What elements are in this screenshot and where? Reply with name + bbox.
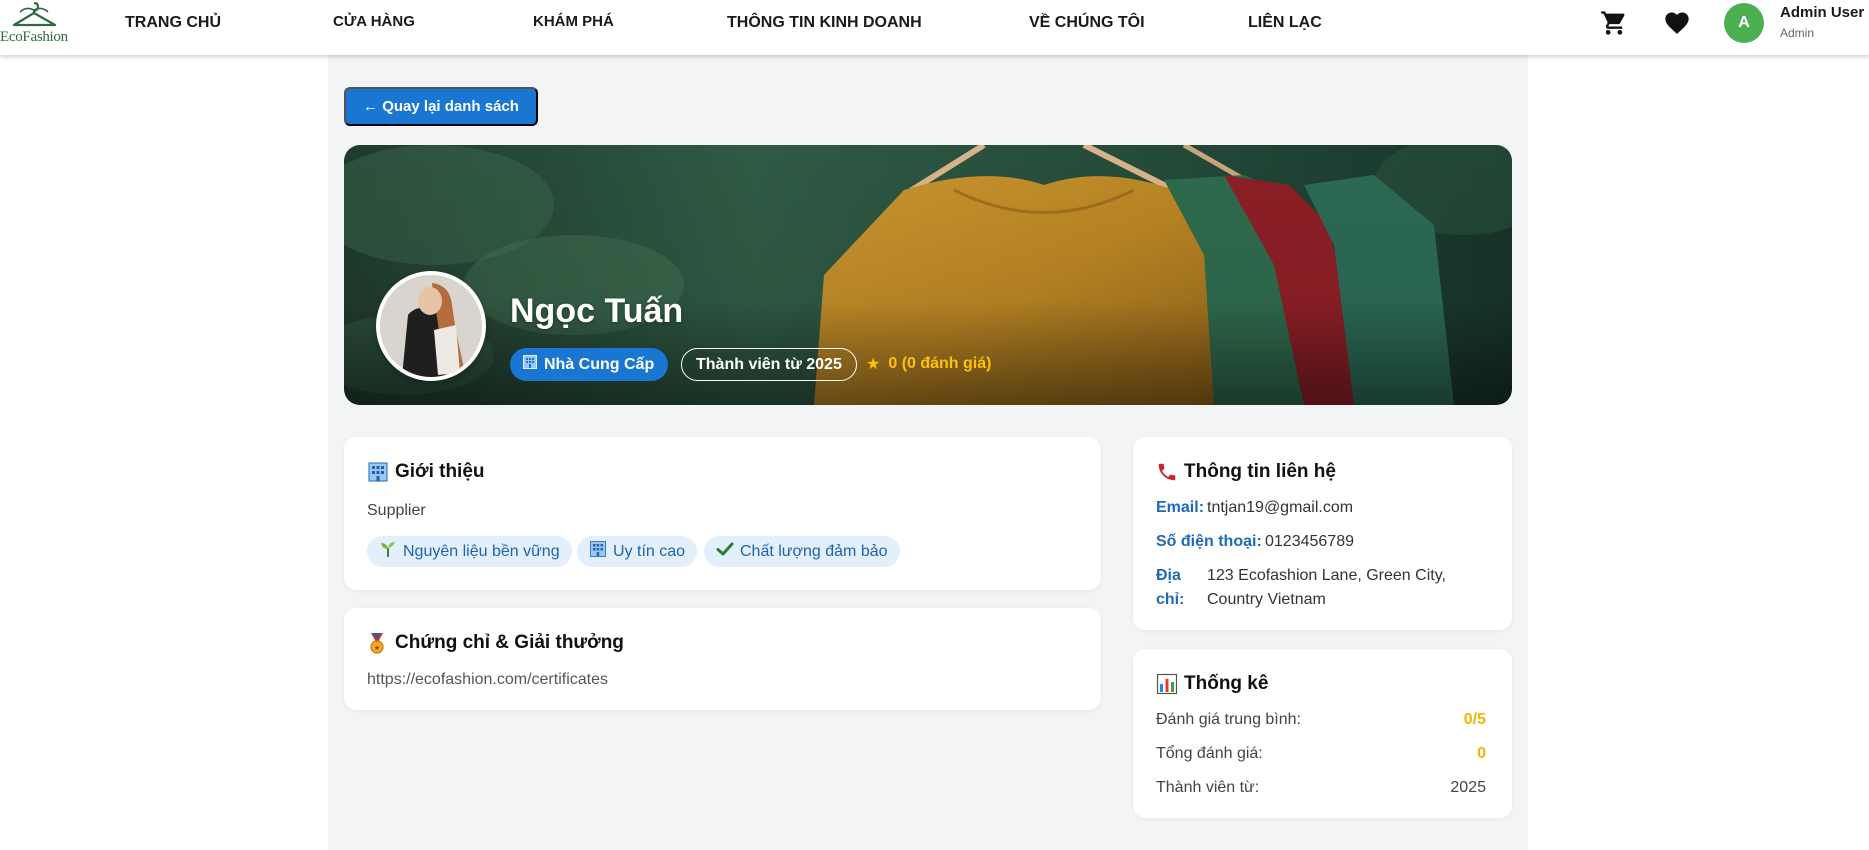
address-label: Địa [1156, 567, 1181, 584]
nav-explore[interactable]: KHÁM PHÁ [533, 13, 614, 30]
top-navbar: EcoFashion TRANG CHỦ CỬA HÀNG KHÁM PHÁ T… [0, 0, 1869, 55]
address-line1: 123 Ecofashion Lane, Green City, [1207, 567, 1446, 584]
stats-title-text: Thống kê [1184, 673, 1269, 694]
hanger-icon [12, 1, 57, 27]
tag-high-reputation: Uy tín cao [577, 536, 698, 567]
brand-logo[interactable]: EcoFashion [0, 0, 72, 50]
nav-home[interactable]: TRANG CHỦ [125, 14, 221, 32]
user-role: Admin [1780, 26, 1815, 40]
rating-summary-text: 0 (0 đánh giá) [888, 355, 992, 372]
building-icon [522, 354, 538, 375]
role-badge-label: Nhà Cung Cấp [544, 355, 655, 373]
tag-label: Nguyên liệu bền vững [403, 542, 560, 560]
supplier-name: Ngọc Tuấn [510, 292, 684, 330]
nav-about-us[interactable]: VỀ CHÚNG TÔI [1029, 14, 1145, 32]
tag-quality-assured: Chất lượng đảm bảo [704, 536, 900, 567]
stat-member-since-label: Thành viên từ: [1156, 779, 1260, 796]
address-line2: Country Vietnam [1207, 591, 1326, 608]
certificates-card-title: ★ Chứng chỉ & Giải thưởng [367, 632, 624, 654]
contact-card-title: Thông tin liên hệ [1156, 461, 1336, 483]
stat-member-since-value: 2025 [1450, 779, 1486, 796]
checkmark-icon [716, 540, 734, 563]
tag-sustainable-materials: Nguyên liệu bền vững [367, 536, 572, 567]
building-icon [367, 461, 389, 483]
user-avatar[interactable]: A [1724, 3, 1764, 43]
supplier-avatar [376, 271, 486, 381]
role-badge: Nhà Cung Cấp [510, 348, 669, 381]
certificates-title-text: Chứng chỉ & Giải thưởng [395, 632, 624, 653]
intro-card-title: Giới thiệu [367, 461, 485, 483]
phone-value[interactable]: 0123456789 [1265, 533, 1354, 551]
bar-chart-icon [1156, 673, 1178, 695]
rating-summary: ★ 0 (0 đánh giá) [866, 354, 991, 374]
email-value[interactable]: tntjan19@gmail.com [1207, 499, 1353, 517]
certificates-text: https://ecofashion.com/certificates [367, 671, 608, 688]
stats-card-title: Thống kê [1156, 673, 1268, 695]
tag-label: Chất lượng đảm bảo [740, 542, 888, 560]
stat-total-reviews-value: 0 [1477, 745, 1486, 762]
user-name[interactable]: Admin User [1780, 4, 1864, 21]
member-since-badge: Thành viên từ 2025 [681, 348, 857, 381]
stat-avg-rating-value: 0/5 [1463, 711, 1486, 728]
star-icon: ★ [866, 356, 881, 373]
phone-label: Số điện thoại: [1156, 533, 1262, 550]
nav-contact[interactable]: LIÊN LẠC [1248, 14, 1322, 32]
svg-text:★: ★ [374, 644, 380, 652]
back-to-list-button[interactable]: ← Quay lại danh sách [344, 87, 538, 126]
stat-avg-rating-label: Đánh giá trung bình: [1156, 711, 1301, 728]
stat-total-reviews-label: Tổng đánh giá: [1156, 745, 1263, 762]
contact-title-text: Thông tin liên hệ [1184, 461, 1336, 482]
certificates-card [344, 608, 1101, 710]
nav-business-info[interactable]: THÔNG TIN KINH DOANH [727, 14, 922, 32]
brand-name: EcoFashion [0, 29, 68, 45]
telephone-icon [1156, 461, 1178, 483]
email-label: Email: [1156, 499, 1205, 516]
intro-text: Supplier [367, 502, 426, 519]
cart-icon[interactable] [1600, 9, 1628, 37]
nav-shop[interactable]: CỬA HÀNG [333, 13, 415, 30]
building-icon [589, 540, 607, 563]
medal-icon: ★ [367, 632, 389, 654]
seedling-icon [379, 540, 397, 563]
intro-title-text: Giới thiệu [395, 461, 485, 482]
heart-icon[interactable] [1663, 9, 1691, 37]
intro-card [344, 437, 1101, 590]
address-label-2: chỉ: [1156, 591, 1185, 608]
tag-label: Uy tín cao [613, 542, 686, 560]
